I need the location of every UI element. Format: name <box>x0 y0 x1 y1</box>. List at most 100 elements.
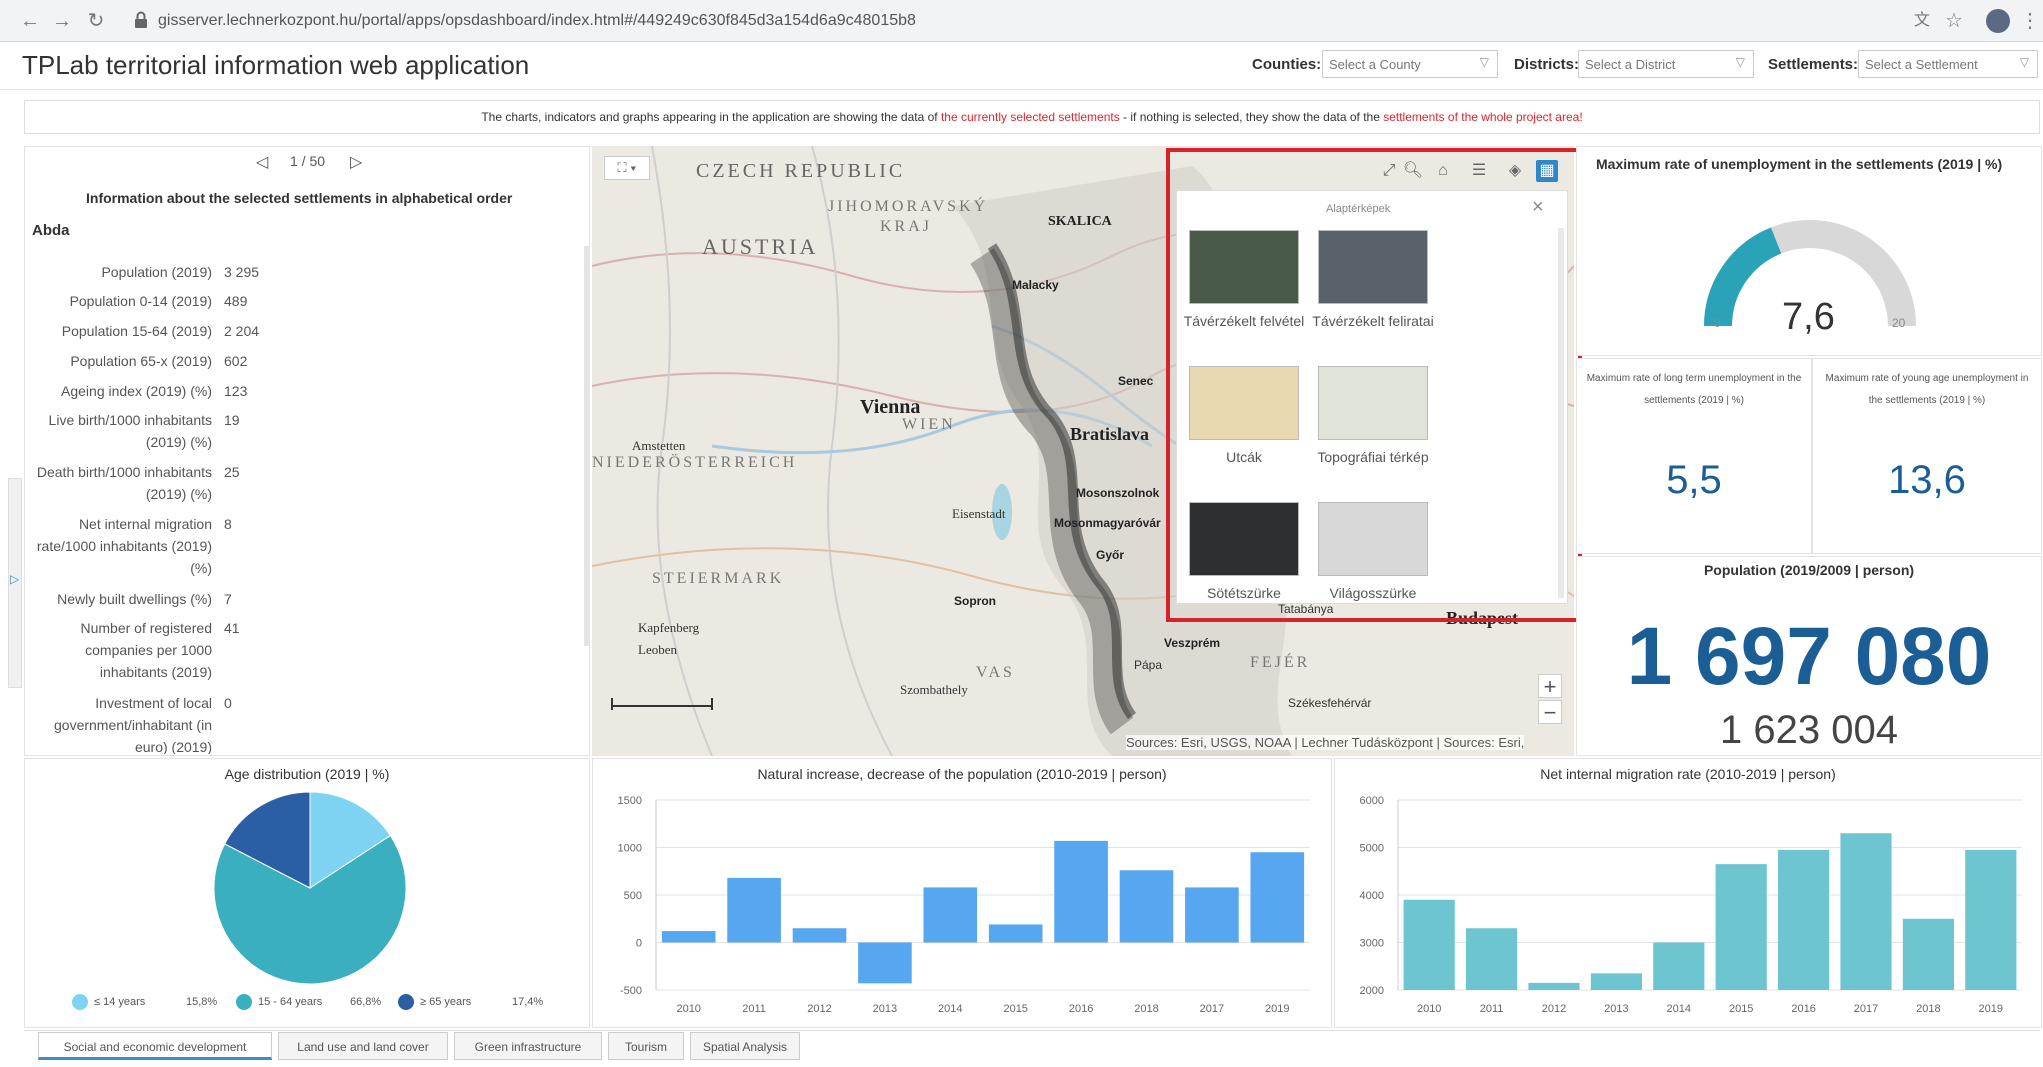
next-page-icon[interactable]: ▷ <box>350 152 362 172</box>
expand-arrow-icon[interactable]: ▷ <box>10 572 19 586</box>
bar[interactable] <box>1778 849 1830 990</box>
bar[interactable] <box>1653 942 1705 991</box>
notice-highlight-1: the currently selected settlements <box>940 110 1120 124</box>
info-scrollbar[interactable] <box>584 246 590 646</box>
basemap-thumbnail[interactable] <box>1189 230 1299 304</box>
bar[interactable] <box>1054 840 1108 943</box>
bar[interactable] <box>1466 928 1518 990</box>
basemap-label[interactable]: Távérzékelt felvétel <box>1180 310 1308 332</box>
chevron-down-icon: ▽ <box>2019 55 2029 69</box>
settlements-label: Settlements: <box>1768 56 1859 73</box>
map-label: CZECH REPUBLIC <box>696 160 906 182</box>
address-bar[interactable]: gisserver.lechnerkozpont.hu/portal/apps/… <box>158 12 916 30</box>
y-tick-label: 0 <box>636 938 642 950</box>
map-label: Malacky <box>1012 278 1059 292</box>
map-label: Veszprém <box>1164 636 1221 650</box>
stat-value: 3 295 <box>224 264 260 280</box>
info-heading: Information about the selected settlemen… <box>86 190 513 206</box>
zoom-out-button[interactable]: − <box>1538 700 1562 725</box>
bar[interactable] <box>1902 918 1954 990</box>
district-select[interactable]: Select a District ▽ <box>1578 50 1754 78</box>
stat-value: 602 <box>224 353 248 369</box>
map-selection-tool[interactable]: ⛶ ▾ <box>604 156 650 180</box>
stat-value: 8 <box>224 516 232 532</box>
map-attribution: Sources: Esri, USGS, NOAA | Lechner Tudá… <box>1126 735 1525 750</box>
x-tick-label: 2010 <box>676 1003 700 1015</box>
basemap-thumbnail[interactable] <box>1318 230 1428 304</box>
zoom-in-button[interactable]: + <box>1538 674 1562 699</box>
basemap-thumbnail[interactable] <box>1189 502 1299 576</box>
long-term-title: Maximum rate of long term unemployment i… <box>1586 373 1802 406</box>
basemap-thumbnail[interactable] <box>1318 366 1428 440</box>
basemap-label[interactable]: Topográfiai térkép <box>1309 446 1437 468</box>
profile-avatar[interactable] <box>1986 9 2010 33</box>
map-label: NIEDERÖSTERREICH <box>592 454 798 471</box>
gallery-scrollbar[interactable] <box>1558 228 1564 598</box>
bar[interactable] <box>1185 887 1239 943</box>
x-tick-label: 2015 <box>1003 1003 1027 1015</box>
x-tick-label: 2010 <box>1417 1003 1441 1015</box>
bar[interactable] <box>1119 870 1174 943</box>
tab-social-economic[interactable]: Social and economic development <box>38 1032 272 1060</box>
translate-icon[interactable]: 文 <box>1910 9 1934 33</box>
basemap-thumbnail[interactable] <box>1318 502 1428 576</box>
x-tick-label: 2014 <box>938 1003 962 1015</box>
map-label: Kapfenberg <box>638 620 700 635</box>
prev-page-icon[interactable]: ◁ <box>256 152 268 172</box>
bar[interactable] <box>1250 852 1305 943</box>
migration-chart: 6000 5000 4000 3000 2000 2010 2011 2012 2013 2014… <box>1360 795 2022 1015</box>
bar[interactable] <box>727 877 781 943</box>
bar1-title: Natural increase, decrease of the popula… <box>757 766 1167 782</box>
close-icon[interactable]: × <box>1532 196 1544 219</box>
stat-label: Ageing index (2019) (%) <box>61 383 212 399</box>
long-term-value: 5,5 <box>1666 458 1722 502</box>
y-tick-label: 6000 <box>1360 795 1384 807</box>
x-tick-label: 2016 <box>1069 1003 1093 1015</box>
reload-icon[interactable]: ↻ <box>84 9 108 33</box>
tab-tourism[interactable]: Tourism <box>608 1032 684 1060</box>
tab-land-use[interactable]: Land use and land cover <box>278 1032 448 1060</box>
stat-value: 7 <box>224 591 232 607</box>
tab-green-infrastructure[interactable]: Green infrastructure <box>454 1032 602 1060</box>
notice-highlight-2: settlements of the whole project area! <box>1383 110 1583 124</box>
bookmark-star-icon[interactable]: ☆ <box>1942 9 1966 33</box>
x-tick-label: 2019 <box>1265 1003 1289 1015</box>
basemap-label[interactable]: Utcák <box>1180 446 1308 468</box>
bar[interactable] <box>1715 864 1767 990</box>
bar[interactable] <box>858 942 912 984</box>
bar[interactable] <box>1965 849 2017 990</box>
county-select[interactable]: Select a County ▽ <box>1322 50 1498 78</box>
chevron-down-icon: ▽ <box>1479 55 1489 69</box>
bar[interactable] <box>661 931 716 943</box>
bar[interactable] <box>1403 899 1455 990</box>
map-label: STEIERMARK <box>652 570 785 587</box>
legend-label: 15 - 64 years <box>258 996 323 1008</box>
settlement-name: Abda <box>32 222 70 239</box>
basemap-label[interactable]: Távérzékelt feliratai <box>1309 310 1437 332</box>
menu-dots-icon[interactable]: ⋮ <box>2018 9 2042 33</box>
legend-dot <box>72 994 88 1010</box>
gauge-value: 7,6 <box>1782 296 1835 338</box>
basemap-label[interactable]: Sötétszürke <box>1180 582 1308 604</box>
settlement-select[interactable]: Select a Settlement ▽ <box>1858 50 2038 78</box>
basemap-thumbnail[interactable] <box>1189 366 1299 440</box>
basemap-label[interactable]: Világosszürke <box>1309 582 1437 604</box>
x-tick-label: 2011 <box>1480 1003 1504 1015</box>
bar[interactable] <box>923 887 978 943</box>
stat-label: Population 65-x (2019) <box>70 353 212 369</box>
bar[interactable] <box>1528 982 1580 990</box>
stat-value: 2 204 <box>224 323 260 339</box>
back-arrow-icon[interactable]: ← <box>18 9 42 33</box>
pie-title: Age distribution (2019 | %) <box>224 766 390 782</box>
stat-value: 123 <box>224 383 248 399</box>
map-label: Szombathely <box>900 682 968 697</box>
pager-text: 1 / 50 <box>290 153 326 169</box>
stat-label: Population (2019) <box>101 264 212 280</box>
young-age-value: 13,6 <box>1888 458 1966 502</box>
forward-arrow-icon[interactable]: → <box>50 9 74 33</box>
bar[interactable] <box>1590 973 1642 990</box>
tab-spatial-analysis[interactable]: Spatial Analysis <box>690 1032 800 1060</box>
bar[interactable] <box>1840 833 1892 990</box>
bar[interactable] <box>988 924 1043 943</box>
bar[interactable] <box>792 928 847 943</box>
